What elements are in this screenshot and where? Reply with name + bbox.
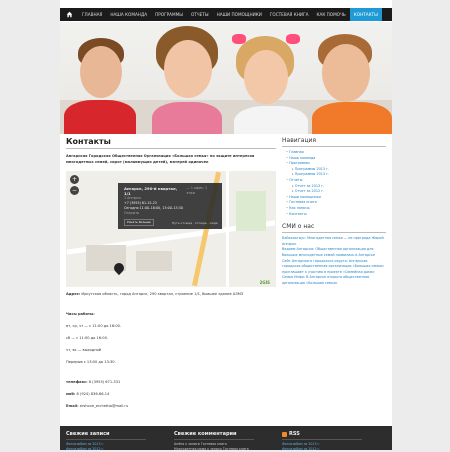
nav-widget-title: Навигация [282,137,317,144]
sidebar-nav-label: Наша команда [289,155,316,160]
nav-item[interactable]: ОТЧЕТЫ [187,8,213,21]
zoom-in-button[interactable]: + [70,175,79,184]
zoom-out-button[interactable]: − [70,186,79,195]
sidebar-nav-label: Программы 2013 г. [294,166,330,171]
mobile-value: 8 (924) 836-66-14 [76,392,110,396]
phone-value: 8 (3955) 671-331 [88,380,121,384]
divider [282,146,386,147]
media-widget-title: СМИ о нас [282,223,315,231]
divider [66,148,276,149]
nav-item[interactable]: НАШИ ПОМОЩНИКИ [213,8,266,21]
sidebar-nav-label: Контакты [289,211,307,216]
home-icon[interactable] [60,8,78,21]
footer: Свежие записи Фотоальбом за 2013 г. Фото… [60,426,392,452]
hours-title: Часы работы: [66,312,95,316]
nav-item[interactable]: НАША КОМАНДА [106,8,151,21]
email-value[interactable]: ershove_erchettia@mail.ru [80,404,128,408]
hours-weekdays: вт, ср, чт — с 11:00 до 16:00. [66,324,122,328]
hours-saturday: сб — с 11:00 до 16:00. [66,336,109,340]
mobile-label: моб: [66,392,76,396]
hours-closed: чт, вс — выходной [66,348,102,352]
footer-col-title: RSS [289,431,300,437]
footer-col-title: Свежие записи [66,431,110,437]
popup-address: Ангарск, 290-й квартал, 1/1 [124,186,178,196]
sidebar-nav-label: Как помочь [289,205,310,210]
sidebar-nav-label: Наши помощники [289,194,321,199]
nav-item[interactable]: ГЛАВНАЯ [78,8,106,21]
footer-recent-posts: Свежие записи Фотоальбом за 2013 г. Фото… [66,431,146,452]
intro-text: Ангарская Городская Общественная Организ… [66,154,255,164]
nav-item[interactable]: ГОСТЕВАЯ КНИГА [266,8,313,21]
sidebar-nav-label: Отчет за 2013 г. [294,183,325,188]
nav-item[interactable]: КАК ПОМОЧЬ [312,8,349,21]
media-link[interactable]: Байкальтиус: Многодетная семья — не прег… [282,236,386,247]
nav-item[interactable]: КОНТАКТЫ [349,8,382,21]
address-line: Адрес: Иркутская область, город Ангарск,… [66,291,276,297]
nav-item[interactable]: ПРОГРАММЫ [151,8,187,21]
popup-address-meta: — 1 офис; 1 этаж [186,186,208,195]
more-button[interactable]: Узнать больше [124,219,154,226]
media-link[interactable]: Семья Инфо: В Ангарске открыта обществен… [282,275,386,286]
sidebar-nav-label: Программы [289,161,310,166]
email-label: Email: [66,404,79,408]
email-line: Email: ershove_erchettia@mail.ru [66,403,276,409]
header-banner-image [60,22,392,134]
phone-line: телефакс: 8 (3955) 671-331 [66,379,276,385]
sidebar-nav-label: Программы 2013 г. [294,172,330,177]
sidebar-nav-label: Отчеты [289,177,303,182]
media-link[interactable]: Ведоем Ангарска: Общественная организаци… [282,247,386,258]
sidebar-nav-link[interactable]: • Контакты [282,212,386,218]
rss-icon[interactable] [282,431,287,437]
phone-label: телефакс: [66,380,88,384]
page: ГЛАВНАЯ НАША КОМАНДА ПРОГРАММЫ ОТЧЕТЫ НАШИ П… [60,0,392,452]
route-link[interactable]: Путь отсюда · отсюда · сюда [170,221,220,226]
map-popup: Ангарск, 290-й квартал, 1/1 — 1 офис; 1 … [118,183,222,229]
divider [282,232,386,234]
page-title: Контакты [66,137,111,146]
popup-status: Открыто [124,211,140,215]
sidebar-nav-label: Отчет за 2012 г. [294,189,325,194]
map-provider-logo: 2GIS [259,280,270,285]
footer-rss: RSS Фотоальбом за 2013 г. Фотоальбом за … [282,431,362,452]
hours-break: Перерыв с 13:00 до 13:30. [66,360,116,364]
sidebar-nav-label: Гостевая книга [289,200,317,205]
footer-recent-comments: Свежие комментарии Алёна к записи Гостев… [174,431,254,452]
main-content: Контакты Ангарская Городская Общественна… [66,137,276,409]
footer-col-title: Свежие комментарии [174,431,237,437]
address-label: Адрес: [66,292,81,296]
top-nav: ГЛАВНАЯ НАША КОМАНДА ПРОГРАММЫ ОТЧЕТЫ НАШИ П… [60,8,392,21]
map-widget[interactable]: + − Ангарск, 290-й квартал, 1/1 — 1 офис… [66,171,276,287]
media-link[interactable]: Сайт Ангарского городского округа: Ангар… [282,259,386,276]
address-value: Иркутская область, город Ангарск, 290 кв… [81,292,244,296]
sidebar-nav-label: Главная [289,150,304,154]
sidebar: Навигация • Главная • Наша команда • Прогр… [282,137,386,286]
mobile-line: моб: 8 (924) 836-66-14 [66,391,276,397]
